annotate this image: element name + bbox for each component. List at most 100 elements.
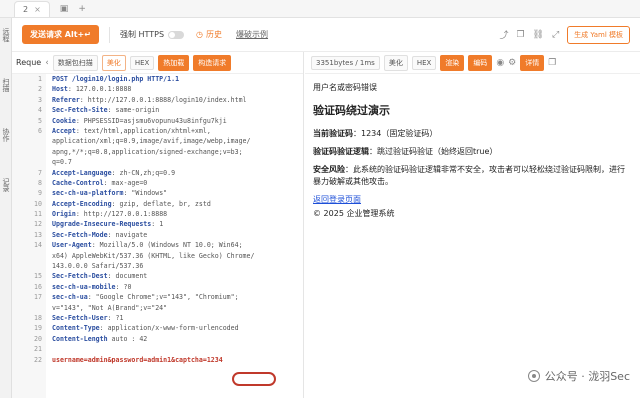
request-line[interactable]: Accept: text/html,application/xhtml+xml, bbox=[52, 126, 304, 136]
request-line[interactable]: Content-Length auto : 42 bbox=[52, 334, 304, 344]
request-line[interactable] bbox=[52, 344, 304, 354]
request-line[interactable]: Upgrade-Insecure-Requests: 1 bbox=[52, 219, 304, 229]
expand-icon[interactable]: ⤢ bbox=[552, 30, 559, 40]
render-button[interactable]: 渲染 bbox=[440, 54, 465, 71]
current-captcha-label: 当前验证码 bbox=[313, 129, 353, 138]
page-title: 验证码绕过演示 bbox=[313, 104, 390, 117]
header-value: : zh-CN,zh;q=0.9 bbox=[111, 168, 176, 177]
request-line[interactable]: User-Agent: Mozilla/5.0 (Windows NT 10.0… bbox=[52, 240, 304, 250]
header-value: : ?1 bbox=[107, 313, 124, 322]
header-value: : PHPSESSID=asjsmu6vopunu43u8infgu7kji bbox=[75, 116, 227, 125]
request-line[interactable]: application/xml;q=0.9,image/avif,image/w… bbox=[52, 136, 304, 146]
share-icon[interactable]: ⤴ bbox=[499, 28, 508, 41]
request-line[interactable]: Accept-Language: zh-CN,zh;q=0.9 bbox=[52, 168, 304, 178]
header-key: Content-Type bbox=[52, 324, 100, 333]
request-line[interactable]: q=0.7 bbox=[52, 157, 304, 167]
request-line[interactable]: username=admin&password=admin1&captcha=1… bbox=[52, 355, 304, 365]
rail-item-record[interactable]: 记录 bbox=[1, 178, 11, 192]
line-number bbox=[12, 157, 42, 167]
send-request-button[interactable]: 发送请求 Alt+↵ bbox=[22, 25, 99, 44]
header-value: : 127.0.0.1:8888 bbox=[67, 85, 132, 94]
back-to-login-link[interactable]: 返回登录页面 bbox=[313, 195, 361, 204]
rail-item-scan[interactable]: 扫描 bbox=[1, 78, 11, 92]
request-line[interactable]: Sec-Fetch-Site: same-origin bbox=[52, 105, 304, 115]
header-key: POST /login10/login.php HTTP/1.1 bbox=[52, 75, 180, 83]
request-line[interactable]: Cache-Control: max-age=0 bbox=[52, 178, 304, 188]
link-icon[interactable]: ⛓ bbox=[533, 30, 544, 40]
request-line[interactable]: Sec-Fetch-Mode: navigate bbox=[52, 230, 304, 240]
toolbar-right: ⤴ ❐ ⛓ ⤢ 生成 Yaml 模板 bbox=[499, 25, 630, 44]
request-line[interactable]: Host: 127.0.0.1:8888 bbox=[52, 84, 304, 94]
app-window: 2 × ▣ + 远程 扫描 协作 记录 发送请求 Alt+↵ 强制 HTTPS … bbox=[0, 0, 640, 398]
encode-button[interactable]: 编码 bbox=[468, 54, 493, 71]
request-line[interactable]: x64) AppleWebKit/537.36 (KHTML, like Gec… bbox=[52, 251, 304, 261]
request-lines[interactable]: POST /login10/login.php HTTP/1.1 Host: 12… bbox=[46, 74, 304, 398]
request-line[interactable]: Cookie: PHPSESSID=asjsmu6vopunu43u8infgu… bbox=[52, 116, 304, 126]
header-key: Accept-Encoding bbox=[52, 199, 112, 208]
header-key: Sec-Fetch-Dest bbox=[52, 272, 108, 281]
line-number: 6 bbox=[38, 126, 42, 135]
tab-close-icon[interactable]: × bbox=[34, 5, 41, 14]
request-line[interactable]: Origin: http://127.0.0.1:8888 bbox=[52, 209, 304, 219]
header-value: application/xml;q=0.9,image/avif,image/w… bbox=[52, 137, 251, 146]
logic-value: ：跳过验证码验证（始终返回true） bbox=[369, 147, 498, 156]
generate-yaml-button[interactable]: 生成 Yaml 模板 bbox=[567, 25, 630, 44]
example-link[interactable]: 爆破示例 bbox=[236, 29, 268, 40]
history-button[interactable]: ◷ 历史 bbox=[196, 29, 222, 40]
request-line[interactable]: apng,*/*;q=0.8,application/signed-exchan… bbox=[52, 147, 304, 157]
hex-button[interactable]: HEX bbox=[129, 55, 155, 70]
resp-hex-button[interactable]: HEX bbox=[411, 55, 437, 70]
request-line[interactable]: Content-Type: application/x-www-form-url… bbox=[52, 323, 304, 333]
line-number: 3 bbox=[38, 95, 42, 104]
details-button[interactable]: 详情 bbox=[520, 54, 545, 71]
toggle-switch-icon[interactable] bbox=[168, 30, 185, 39]
resp-beautify-button[interactable]: 美化 bbox=[383, 54, 408, 71]
header-key: sec-ch-ua-mobile bbox=[52, 282, 116, 291]
copy-icon[interactable]: ❐ bbox=[516, 30, 524, 40]
line-number: 14 bbox=[34, 241, 42, 250]
request-header: Reque ‹ 数据包扫描 美化 HEX 热加载 构造请求 bbox=[12, 52, 303, 74]
beautify-button[interactable]: 美化 bbox=[101, 54, 126, 71]
request-editor[interactable]: 1 2 3 4 5 6 7 8 9 10 11 12 13 14 15 16 17 18 19 20 21 22 POST… bbox=[12, 74, 304, 398]
request-line[interactable]: sec-ch-ua-mobile: ?0 bbox=[52, 282, 304, 292]
line-number bbox=[12, 136, 42, 146]
request-line[interactable]: Referer: http://127.0.0.1:8888/login10/i… bbox=[52, 95, 304, 105]
new-tab-icon[interactable]: + bbox=[78, 4, 86, 14]
request-line[interactable]: Sec-Fetch-User: ?1 bbox=[52, 313, 304, 323]
line-number: 17 bbox=[34, 293, 42, 302]
line-number: 5 bbox=[38, 116, 42, 125]
history-label: 历史 bbox=[206, 30, 223, 39]
chrome-icon[interactable]: ◉ bbox=[496, 58, 504, 68]
header-key: Origin bbox=[52, 210, 76, 219]
copy-response-icon[interactable]: ❐ bbox=[548, 58, 556, 68]
header-value: : ?0 bbox=[115, 282, 132, 291]
rail-item-collab[interactable]: 协作 bbox=[1, 128, 11, 142]
packet-scan-button[interactable]: 数据包扫描 bbox=[52, 54, 98, 71]
header-value: : "Windows" bbox=[123, 189, 168, 198]
force-https-toggle[interactable]: 强制 HTTPS bbox=[120, 29, 185, 40]
build-request-button[interactable]: 构造请求 bbox=[193, 54, 232, 71]
request-line[interactable]: POST /login10/login.php HTTP/1.1 bbox=[52, 74, 304, 84]
hot-reload-button[interactable]: 热加载 bbox=[158, 54, 190, 71]
header-value: : max-age=0 bbox=[103, 178, 148, 187]
line-number bbox=[12, 251, 42, 261]
header-key: Accept bbox=[52, 126, 76, 135]
header-key: User-Agent bbox=[52, 241, 92, 250]
risk-row: 安全风险：此系统的验证码验证逻辑非常不安全，攻击者可以轻松绕过验证码限制，进行暴… bbox=[313, 164, 631, 188]
header-key: sec-ch-ua bbox=[52, 293, 88, 302]
chevron-left-icon[interactable]: ‹ bbox=[45, 58, 49, 68]
line-number bbox=[12, 147, 42, 157]
request-line[interactable]: sec-ch-ua: "Google Chrome";v="143", "Chr… bbox=[52, 292, 304, 302]
header-value: : same-origin bbox=[107, 106, 160, 115]
request-line[interactable]: sec-ch-ua-platform: "Windows" bbox=[52, 188, 304, 198]
request-line[interactable]: v="143", "Not A(Brand";v="24" bbox=[52, 303, 304, 313]
request-line[interactable]: 143.0.0.0 Safari/537.36 bbox=[52, 261, 304, 271]
rail-item-remote[interactable]: 远程 bbox=[1, 28, 11, 42]
settings-icon[interactable]: ⚙ bbox=[508, 58, 516, 68]
header-value: : gzip, deflate, br, zstd bbox=[111, 199, 211, 208]
save-icon[interactable]: ▣ bbox=[60, 4, 69, 14]
tab-2[interactable]: 2 × bbox=[14, 0, 50, 17]
request-line[interactable]: Accept-Encoding: gzip, deflate, br, zstd bbox=[52, 199, 304, 209]
tab-number: 2 bbox=[23, 4, 29, 14]
request-line[interactable]: Sec-Fetch-Dest: document bbox=[52, 271, 304, 281]
